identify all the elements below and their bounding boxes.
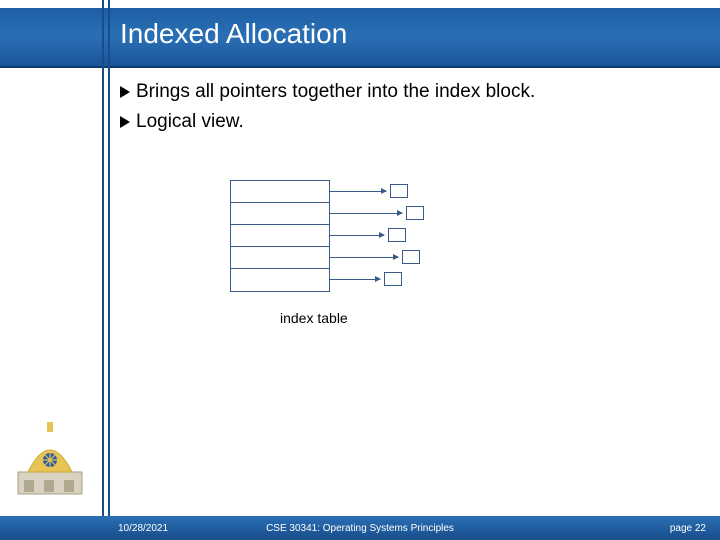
index-row [231, 225, 329, 247]
arrow-icon [330, 279, 380, 280]
bullet-text: Logical view. [136, 110, 244, 134]
index-row [231, 203, 329, 225]
arrow-icon [330, 257, 398, 258]
footer-course: CSE 30341: Operating Systems Principles [0, 523, 720, 534]
data-block [390, 184, 408, 198]
diagram-label: index table [280, 310, 348, 326]
page-title: Indexed Allocation [120, 18, 347, 50]
index-diagram: index table [230, 170, 470, 340]
dome-logo [10, 410, 90, 500]
index-row [231, 181, 329, 203]
index-row [231, 269, 329, 291]
bullet-text: Brings all pointers together into the in… [136, 80, 535, 104]
data-block [406, 206, 424, 220]
index-row [231, 247, 329, 269]
sidebar-rule-2 [108, 0, 110, 540]
arrow-icon [330, 191, 386, 192]
play-bullet-icon [120, 115, 130, 133]
footer-page: page 22 [670, 523, 706, 534]
play-bullet-icon [120, 85, 130, 103]
arrow-icon [330, 235, 384, 236]
arrow-icon [330, 213, 402, 214]
sidebar-rule-1 [102, 0, 104, 540]
index-table [230, 180, 330, 292]
data-block [388, 228, 406, 242]
data-block [384, 272, 402, 286]
data-block [402, 250, 420, 264]
bullet-item: Brings all pointers together into the in… [120, 80, 700, 104]
body-area: Brings all pointers together into the in… [120, 80, 700, 140]
bullet-item: Logical view. [120, 110, 700, 134]
